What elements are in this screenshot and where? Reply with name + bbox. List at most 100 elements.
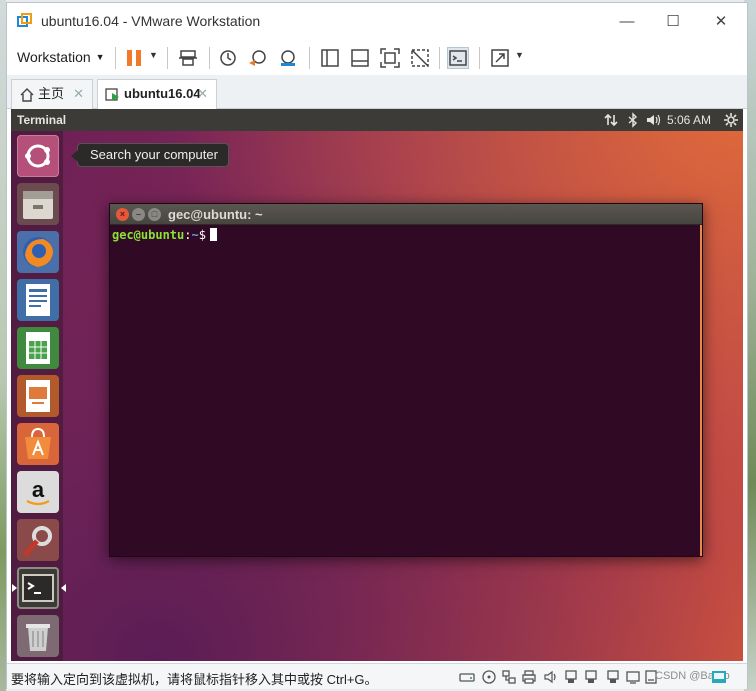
launcher-files[interactable] [17, 183, 59, 225]
toolbar-divider [167, 47, 168, 69]
printer-icon[interactable] [521, 669, 537, 685]
network-adapter-icon[interactable] [501, 669, 517, 685]
volume-icon[interactable] [645, 112, 661, 128]
impress-icon [26, 380, 50, 412]
console-view-icon[interactable] [319, 47, 341, 69]
snapshot-icon[interactable] [217, 47, 239, 69]
firefox-icon [23, 237, 53, 267]
launcher-libreoffice-impress[interactable] [17, 375, 59, 417]
status-message: 要将输入定向到该虚拟机，请将鼠标指针移入其中或按 Ctrl+G。 [11, 672, 378, 687]
close-button[interactable]: ✕ [701, 9, 741, 35]
pause-icon[interactable] [123, 47, 145, 69]
full-screen-icon[interactable] [379, 47, 401, 69]
display-icon[interactable] [625, 669, 641, 685]
workstation-menu-label: Workstation [17, 49, 91, 65]
software-center-icon [25, 427, 51, 459]
hard-disk-icon[interactable] [459, 669, 475, 685]
launcher-trash[interactable] [17, 615, 59, 657]
title-bar: ubuntu16.04 - VMware Workstation — ☐ ✕ [7, 3, 747, 39]
bluetooth-icon[interactable] [625, 112, 641, 128]
tab-ubuntu[interactable]: ubuntu16.04 ✕ [97, 79, 217, 110]
focused-indicator [61, 584, 66, 592]
launcher-firefox[interactable] [17, 231, 59, 273]
toolbar-divider [479, 47, 480, 69]
launcher-libreoffice-writer[interactable] [17, 279, 59, 321]
send-ctrl-alt-del-icon[interactable] [177, 47, 199, 69]
clock[interactable]: 5:06 AM [667, 113, 711, 127]
usb-device-icon[interactable] [563, 669, 579, 685]
unity-launcher: a [11, 131, 66, 661]
terminal-close-button[interactable]: × [116, 208, 129, 221]
terminal-title: gec@ubuntu: ~ [168, 207, 263, 222]
vmware-logo-icon [17, 13, 32, 27]
snapshot-manager-icon[interactable] [277, 47, 299, 69]
trash-icon [26, 624, 50, 651]
sound-card-icon[interactable] [543, 669, 559, 685]
text-cursor [209, 228, 217, 241]
message-log-icon[interactable] [711, 669, 727, 685]
active-app-name: Terminal [17, 113, 67, 127]
tab-close-icon[interactable]: ✕ [73, 80, 84, 108]
home-icon [20, 88, 34, 102]
prompt-dollar: $ [198, 228, 206, 242]
workstation-menu[interactable]: Workstation ▼ [17, 46, 105, 68]
vmware-window: ubuntu16.04 - VMware Workstation — ☐ ✕ W… [6, 2, 748, 689]
tab-close-icon[interactable]: ✕ [197, 80, 208, 108]
usb-device-2-icon[interactable] [583, 669, 599, 685]
terminal-prompt-line: gec@ubuntu:~$ [112, 228, 217, 242]
prompt-user: gec@ubuntu [112, 228, 185, 242]
terminal-resize-edge[interactable] [700, 225, 702, 556]
terminal-body[interactable]: gec@ubuntu:~$ [110, 225, 702, 556]
amazon-icon: a [26, 477, 50, 506]
tab-ubuntu-label: ubuntu16.04 [124, 86, 201, 101]
terminal-minimize-button[interactable]: – [132, 208, 145, 221]
launcher-amazon[interactable]: a [17, 471, 59, 513]
cd-drive-icon[interactable] [481, 669, 497, 685]
power-dropdown-icon[interactable]: ▼ [149, 50, 158, 60]
tab-home-label: 主页 [38, 86, 65, 101]
launcher-system-settings[interactable] [17, 519, 59, 561]
ubuntu-top-panel: Terminal 5:06 AM [11, 109, 743, 131]
toolbar-divider [209, 47, 210, 69]
toolbar-divider [115, 47, 116, 69]
svg-text:a: a [32, 477, 45, 502]
prompt-path: ~ [191, 228, 199, 242]
toolbar-divider [439, 47, 440, 69]
system-settings-icon [23, 526, 52, 557]
launcher-dash[interactable] [17, 135, 59, 177]
revert-snapshot-icon[interactable] [247, 47, 269, 69]
launcher-tooltip: Search your computer [71, 143, 229, 167]
tab-home[interactable]: 主页 ✕ [11, 79, 93, 109]
chevron-down-icon: ▼ [95, 52, 105, 62]
terminal-maximize-button[interactable]: □ [148, 208, 161, 221]
terminal-icon [22, 574, 54, 602]
network-icon[interactable] [603, 112, 619, 128]
stretch-icon[interactable] [489, 47, 511, 69]
launcher-terminal[interactable] [12, 567, 66, 609]
writer-icon [26, 284, 50, 316]
usb-device-3-icon[interactable] [605, 669, 621, 685]
terminal-view-icon [449, 50, 467, 66]
thumbnail-bar-icon[interactable] [349, 47, 371, 69]
status-bar: 要将输入定向到该虚拟机，请将鼠标指针移入其中或按 Ctrl+G。 CSDN @B… [7, 663, 747, 689]
minimize-button[interactable]: — [607, 9, 647, 35]
terminal-titlebar[interactable]: × – □ gec@ubuntu: ~ [110, 204, 702, 225]
calc-icon [26, 332, 50, 364]
guest-screen[interactable]: Terminal 5:06 AM a Search your computer … [11, 109, 743, 661]
unity-icon[interactable] [409, 47, 431, 69]
toolbar: Workstation ▼ ▼ ▼ [7, 39, 747, 75]
terminal-view-button[interactable] [447, 47, 469, 69]
launcher-ubuntu-software[interactable] [17, 423, 59, 465]
files-icon [23, 191, 53, 219]
running-indicator [12, 584, 17, 592]
ubuntu-logo-icon [25, 144, 50, 168]
maximize-button[interactable]: ☐ [653, 9, 693, 35]
toolbar-divider [309, 47, 310, 69]
launcher-libreoffice-calc[interactable] [17, 327, 59, 369]
tab-bar: 主页 ✕ ubuntu16.04 ✕ [7, 75, 747, 110]
terminal-window[interactable]: × – □ gec@ubuntu: ~ gec@ubuntu:~$ [109, 203, 703, 557]
window-title: ubuntu16.04 - VMware Workstation [41, 13, 261, 29]
stretch-dropdown-icon[interactable]: ▼ [515, 50, 524, 60]
settings-gear-icon[interactable] [723, 112, 739, 128]
vm-running-icon [105, 88, 119, 101]
